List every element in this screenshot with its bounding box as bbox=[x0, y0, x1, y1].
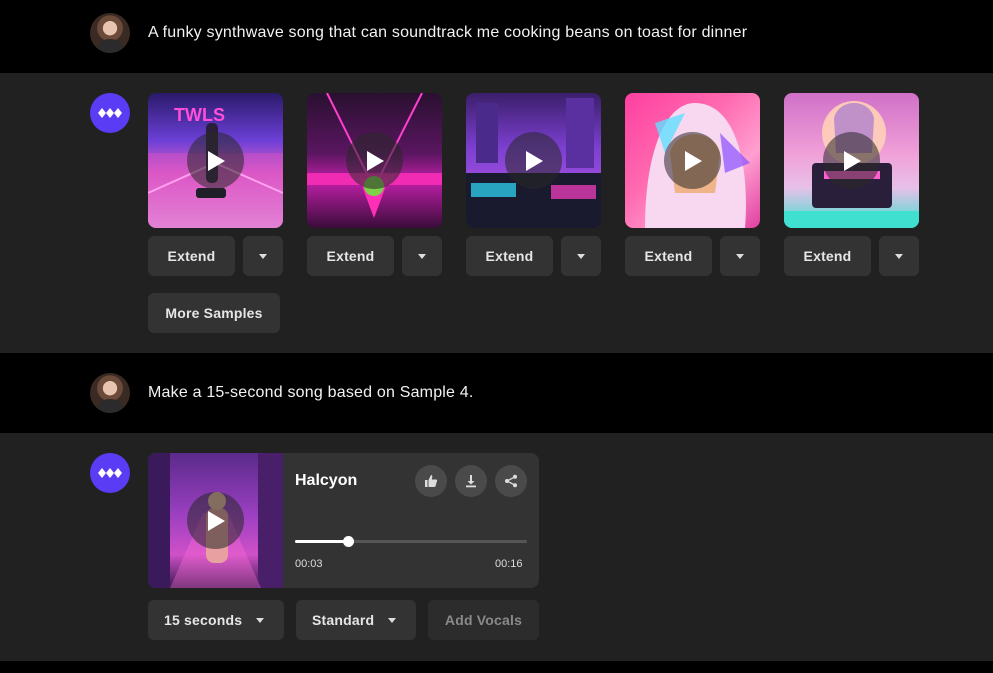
extend-button-4[interactable]: Extend bbox=[625, 236, 712, 276]
extend-button-5[interactable]: Extend bbox=[784, 236, 871, 276]
user-message-1: A funky synthwave song that can soundtra… bbox=[0, 0, 993, 73]
play-button[interactable] bbox=[187, 132, 244, 189]
caret-down-icon bbox=[736, 253, 744, 259]
song-cover[interactable] bbox=[148, 453, 283, 588]
bot-avatar bbox=[90, 93, 130, 133]
play-button[interactable] bbox=[664, 132, 721, 189]
logo-icon bbox=[98, 468, 122, 478]
user-avatar bbox=[90, 373, 130, 413]
user-avatar bbox=[90, 13, 130, 53]
sample-2-cover[interactable] bbox=[307, 93, 442, 228]
mode-label: Standard bbox=[312, 612, 375, 628]
progress-slider[interactable] bbox=[295, 536, 527, 547]
caret-down-icon bbox=[418, 253, 426, 259]
logo-icon bbox=[98, 108, 122, 118]
caret-down-icon bbox=[256, 617, 265, 623]
play-button[interactable] bbox=[505, 132, 562, 189]
share-button[interactable] bbox=[495, 465, 527, 497]
duration-label: 15 seconds bbox=[164, 612, 243, 628]
play-icon bbox=[366, 150, 384, 171]
like-button[interactable] bbox=[415, 465, 447, 497]
share-icon bbox=[505, 474, 517, 488]
sample-4-cover[interactable] bbox=[625, 93, 760, 228]
progress-handle[interactable] bbox=[342, 536, 354, 547]
download-icon bbox=[466, 475, 476, 488]
options-dropdown-2[interactable] bbox=[402, 236, 442, 276]
song-title: Halcyon bbox=[295, 472, 358, 489]
play-icon bbox=[684, 150, 702, 171]
song-player: Halcyon 00:03 00:16 bbox=[148, 453, 539, 588]
progress-fill bbox=[295, 540, 349, 543]
total-time: 00:16 bbox=[495, 558, 523, 570]
options-dropdown-1[interactable] bbox=[243, 236, 283, 276]
caret-down-icon bbox=[895, 253, 903, 259]
play-icon bbox=[207, 510, 225, 531]
user-prompt-text: A funky synthwave song that can soundtra… bbox=[148, 24, 748, 41]
caret-down-icon bbox=[577, 253, 585, 259]
options-dropdown-4[interactable] bbox=[720, 236, 760, 276]
caret-down-icon bbox=[259, 253, 267, 259]
current-time: 00:03 bbox=[295, 558, 323, 570]
play-button[interactable] bbox=[823, 132, 880, 189]
sample-5-cover[interactable] bbox=[784, 93, 919, 228]
user-prompt-text: Make a 15-second song based on Sample 4. bbox=[148, 384, 474, 401]
bot-response-1: TWLS Extend Extend Extend Extend Extend … bbox=[0, 73, 993, 353]
play-icon bbox=[525, 150, 543, 171]
bot-avatar bbox=[90, 453, 130, 493]
options-dropdown-5[interactable] bbox=[879, 236, 919, 276]
options-dropdown-3[interactable] bbox=[561, 236, 601, 276]
more-samples-button[interactable]: More Samples bbox=[148, 293, 280, 333]
download-button[interactable] bbox=[455, 465, 487, 497]
play-icon bbox=[207, 150, 225, 171]
caret-down-icon bbox=[388, 617, 397, 623]
play-icon bbox=[843, 150, 861, 171]
mode-dropdown[interactable]: Standard bbox=[296, 600, 416, 640]
extend-button-3[interactable]: Extend bbox=[466, 236, 553, 276]
play-button[interactable] bbox=[346, 132, 403, 189]
duration-dropdown[interactable]: 15 seconds bbox=[148, 600, 284, 640]
sample-1-cover[interactable]: TWLS bbox=[148, 93, 283, 228]
user-message-2: Make a 15-second song based on Sample 4. bbox=[0, 353, 993, 433]
play-button[interactable] bbox=[187, 492, 244, 549]
svg-text:TWLS: TWLS bbox=[174, 105, 225, 125]
extend-button-2[interactable]: Extend bbox=[307, 236, 394, 276]
thumbs-up-icon bbox=[425, 475, 438, 487]
sample-3-cover[interactable] bbox=[466, 93, 601, 228]
add-vocals-button[interactable]: Add Vocals bbox=[428, 600, 539, 640]
extend-button-1[interactable]: Extend bbox=[148, 236, 235, 276]
